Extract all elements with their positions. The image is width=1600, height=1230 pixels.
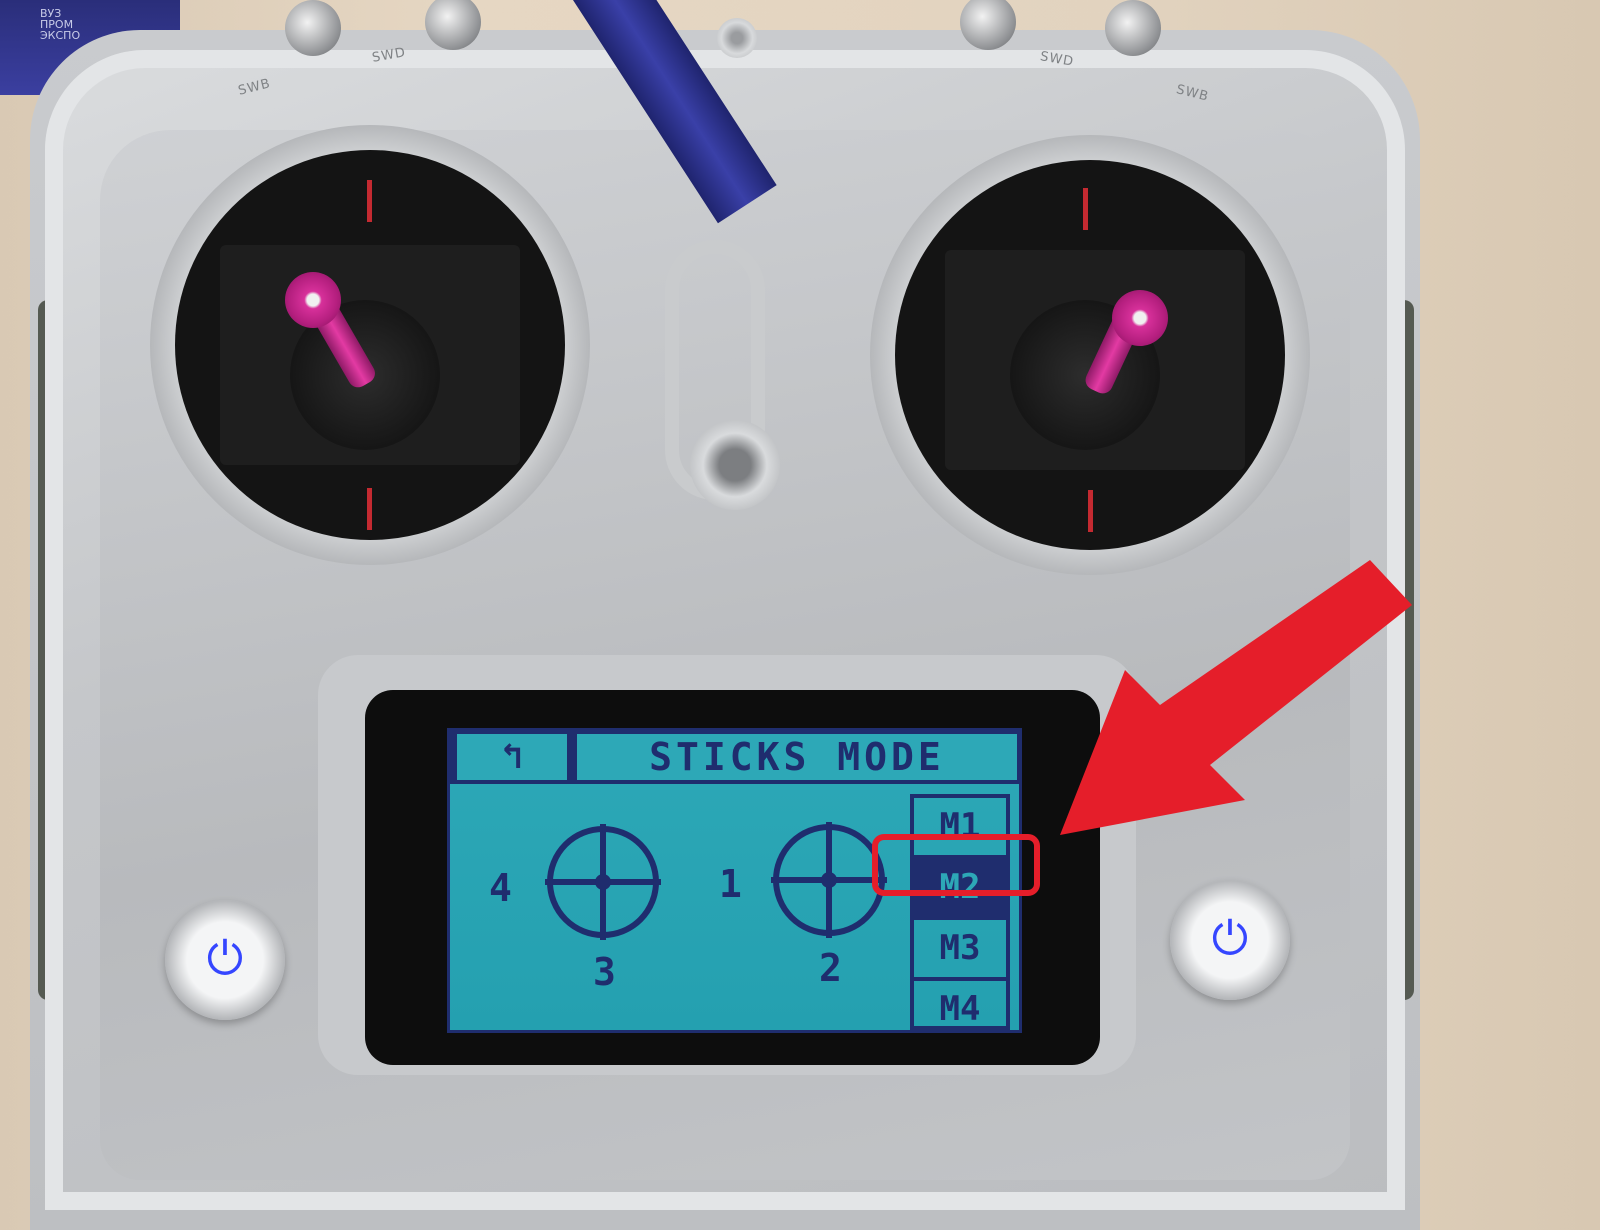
- lcd-title: STICKS MODE: [577, 734, 1017, 780]
- logo-line: ЭКСПО: [40, 29, 81, 42]
- right-stick-vertical-channel: 2: [819, 946, 842, 990]
- crosshair-center: [821, 872, 837, 888]
- right-gimbal-top-mark: [1083, 188, 1088, 230]
- left-gimbal-bottom-mark: [367, 488, 372, 530]
- right-stick-cap[interactable]: [1112, 290, 1168, 346]
- right-stick-crosshair-icon: [771, 822, 887, 938]
- power-icon: ⏻: [1211, 911, 1249, 965]
- left-gimbal-top-mark: [367, 180, 372, 222]
- lanyard-mount: [690, 420, 780, 510]
- left-stick-crosshair-icon: [545, 824, 661, 940]
- power-icon: ⏻: [206, 931, 244, 985]
- annotation-arrow-icon: [1060, 560, 1412, 835]
- right-power-button[interactable]: ⏻: [1170, 880, 1290, 1000]
- back-arrow-icon: ↰: [501, 736, 523, 777]
- left-stick-vertical-channel: 3: [593, 950, 616, 994]
- right-stick-horizontal-channel: 1: [719, 862, 742, 906]
- left-stick-horizontal-channel: 4: [489, 866, 512, 910]
- top-mount-screw: [717, 18, 757, 58]
- mode-option-m4[interactable]: M4: [914, 981, 1006, 1033]
- lanyard-logo: ВУЗ ПРОМ ЭКСПО: [40, 8, 80, 41]
- crosshair-center: [595, 874, 611, 890]
- back-button[interactable]: ↰: [457, 734, 567, 780]
- switch-swb-left[interactable]: [285, 0, 341, 56]
- highlight-box-m2: [872, 834, 1040, 896]
- right-gimbal-bottom-mark: [1088, 490, 1093, 532]
- lcd-header: ↰ STICKS MODE: [447, 728, 1022, 784]
- stick-mode-list: M1 M2 M3 M4: [910, 794, 1010, 1030]
- left-stick-cap[interactable]: [285, 272, 341, 328]
- switch-swb-right[interactable]: [1105, 0, 1161, 56]
- left-power-button[interactable]: ⏻: [165, 900, 285, 1020]
- mode-option-m3[interactable]: M3: [914, 920, 1006, 981]
